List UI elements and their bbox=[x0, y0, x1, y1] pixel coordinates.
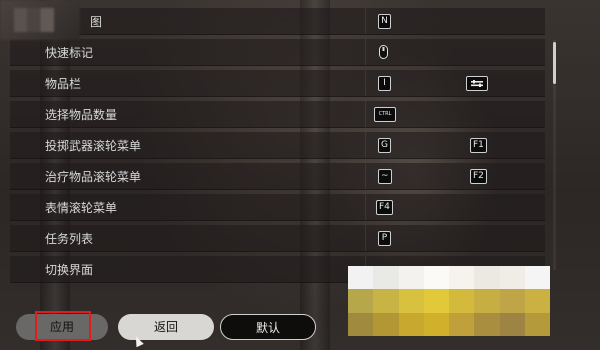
key-binding-primary[interactable]: ~ bbox=[378, 169, 392, 184]
column-divider bbox=[365, 70, 366, 96]
column-divider bbox=[365, 101, 366, 127]
row-label: 切换界面 bbox=[45, 263, 94, 277]
column-divider bbox=[365, 163, 366, 189]
row-label: 图 bbox=[90, 15, 103, 29]
pixelated-overlay bbox=[348, 266, 550, 336]
keybinding-row[interactable]: 投掷武器滚轮菜单 G F1 bbox=[10, 132, 545, 159]
key-binding-primary[interactable]: G bbox=[378, 138, 391, 153]
keybinding-row[interactable]: 图 N bbox=[10, 8, 545, 35]
controller-icon[interactable] bbox=[466, 76, 488, 91]
scrollbar-thumb[interactable] bbox=[553, 42, 556, 84]
mouse-middle-icon[interactable] bbox=[379, 44, 388, 59]
column-divider bbox=[365, 39, 366, 65]
key-binding-primary[interactable]: N bbox=[378, 14, 391, 29]
keybinding-row[interactable]: 物品栏 I bbox=[10, 70, 545, 97]
key-binding-primary[interactable]: P bbox=[378, 231, 391, 246]
row-label: 治疗物品滚轮菜单 bbox=[45, 170, 142, 184]
key-binding-secondary[interactable]: F2 bbox=[470, 169, 487, 184]
key-binding-primary[interactable]: F4 bbox=[376, 200, 393, 215]
keybinding-row[interactable]: 快速标记 bbox=[10, 39, 545, 66]
blurred-header bbox=[0, 0, 80, 40]
keybinding-row[interactable]: 选择物品数量 CTRL bbox=[10, 101, 545, 128]
row-label: 选择物品数量 bbox=[45, 108, 118, 122]
row-label: 表情滚轮菜单 bbox=[45, 201, 118, 215]
apply-highlight-box bbox=[35, 311, 91, 341]
key-binding-secondary[interactable]: F1 bbox=[470, 138, 487, 153]
row-label: 任务列表 bbox=[45, 232, 94, 246]
key-binding-primary[interactable]: CTRL bbox=[374, 107, 396, 122]
default-button[interactable]: 默认 bbox=[220, 314, 316, 340]
column-divider bbox=[365, 132, 366, 158]
keybinding-row[interactable]: 表情滚轮菜单 F4 bbox=[10, 194, 545, 221]
pixelated-area bbox=[14, 8, 54, 32]
back-button[interactable]: 返回 bbox=[118, 314, 214, 340]
column-divider bbox=[365, 8, 366, 34]
keybinding-row[interactable]: 任务列表 P bbox=[10, 225, 545, 252]
row-label: 投掷武器滚轮菜单 bbox=[45, 139, 142, 153]
column-divider bbox=[365, 194, 366, 220]
keybinding-row[interactable]: 治疗物品滚轮菜单 ~ F2 bbox=[10, 163, 545, 190]
row-label: 物品栏 bbox=[45, 77, 82, 91]
key-binding-primary[interactable]: I bbox=[378, 76, 391, 91]
row-label: 快速标记 bbox=[45, 46, 94, 60]
column-divider bbox=[365, 225, 366, 251]
